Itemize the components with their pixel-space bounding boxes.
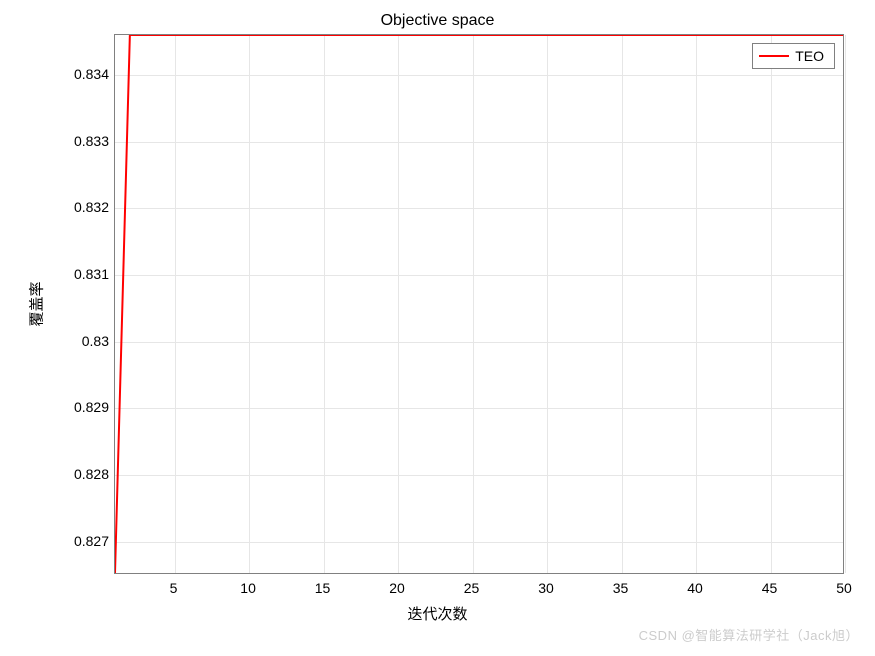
grid-line-horizontal — [115, 208, 843, 209]
grid-line-vertical — [324, 35, 325, 573]
x-tick-label: 10 — [240, 580, 256, 596]
y-axis-label: 覆盖率 — [26, 281, 47, 326]
plot-area: TEO — [114, 34, 844, 574]
grid-line-vertical — [845, 35, 846, 573]
grid-line-vertical — [696, 35, 697, 573]
grid-line-vertical — [249, 35, 250, 573]
y-tick-label: 0.827 — [74, 533, 109, 549]
y-tick-label: 0.833 — [74, 133, 109, 149]
y-tick-label: 0.828 — [74, 466, 109, 482]
grid-line-horizontal — [115, 275, 843, 276]
y-tick-label: 0.832 — [74, 199, 109, 215]
grid-line-vertical — [547, 35, 548, 573]
x-tick-label: 50 — [836, 580, 852, 596]
grid-line-vertical — [398, 35, 399, 573]
x-tick-label: 15 — [315, 580, 331, 596]
grid-line-horizontal — [115, 408, 843, 409]
x-tick-label: 35 — [613, 580, 629, 596]
x-tick-label: 20 — [389, 580, 405, 596]
y-tick-label: 0.83 — [82, 333, 109, 349]
grid-line-horizontal — [115, 475, 843, 476]
grid-line-horizontal — [115, 75, 843, 76]
series-line — [115, 35, 843, 573]
x-tick-label: 40 — [687, 580, 703, 596]
chart-title: Objective space — [0, 12, 875, 30]
y-tick-label: 0.829 — [74, 399, 109, 415]
grid-line-vertical — [622, 35, 623, 573]
legend-label: TEO — [795, 48, 824, 64]
chart-container: Objective space TEO 迭代次数 覆盖率 CSDN @智能算法研… — [0, 0, 875, 656]
grid-line-horizontal — [115, 542, 843, 543]
y-tick-label: 0.831 — [74, 266, 109, 282]
grid-line-horizontal — [115, 142, 843, 143]
x-tick-label: 5 — [170, 580, 178, 596]
x-axis-label: 迭代次数 — [0, 603, 875, 624]
grid-line-vertical — [473, 35, 474, 573]
grid-line-horizontal — [115, 342, 843, 343]
grid-line-vertical — [175, 35, 176, 573]
x-tick-label: 25 — [464, 580, 480, 596]
x-tick-label: 30 — [538, 580, 554, 596]
watermark: CSDN @智能算法研学社（Jack旭） — [639, 625, 859, 644]
y-tick-label: 0.834 — [74, 66, 109, 82]
grid-line-vertical — [771, 35, 772, 573]
legend-swatch — [759, 55, 789, 57]
x-tick-label: 45 — [762, 580, 778, 596]
legend: TEO — [752, 43, 835, 69]
